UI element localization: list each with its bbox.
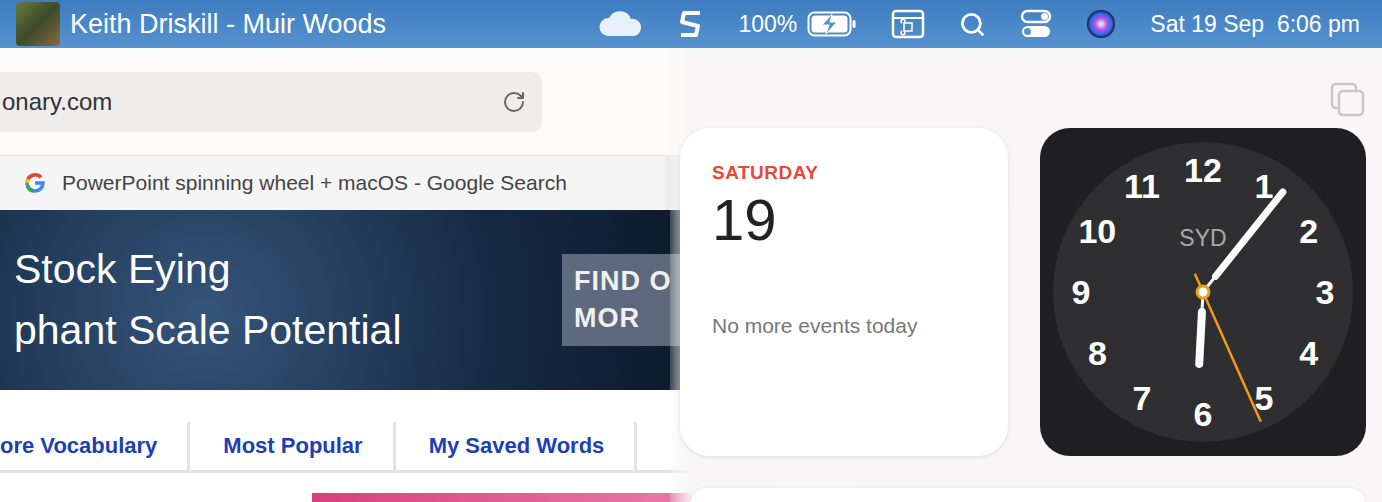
nav-link[interactable]: Most Popular [193,422,395,470]
widget-row: SATURDAY 19 No more events today 12 12 3 45 6 78… [680,128,1382,456]
battery[interactable]: 100% [738,11,857,38]
clock-city: SYD [1179,225,1226,251]
ad-banner[interactable]: Stock Eyingphant Scale Potential FIND OMO… [0,210,680,390]
clock-numeral: 12 [1184,151,1222,189]
menu-bar: Keith Driskill - Muir Woods 100% Sat 19 Se… [0,0,1382,48]
widget-card[interactable] [690,488,1366,502]
calendar-widget[interactable]: SATURDAY 19 No more events today [680,128,1008,456]
clock-numeral: 3 [1316,273,1335,311]
screen: Keith Driskill - Muir Woods 100% Sat 19 Se… [0,0,1382,502]
clock-numeral: 10 [1078,212,1116,250]
site-nav: ore VocabularyMost PopularMy Saved Words [0,422,700,473]
clock-numeral: 7 [1133,379,1152,417]
search-icon[interactable] [959,11,986,38]
banner-headline: Stock Eyingphant Scale Potential [0,246,402,354]
analog-clock: 12 12 3 45 6 78 9 1011 SYD [1040,128,1366,456]
page-image [312,493,692,502]
status-items: 100% Sat 19 Sep 6:06 pm [598,8,1360,40]
nav-link[interactable]: My Saved Words [399,422,638,470]
widgets-panel: SATURDAY 19 No more events today 12 12 3 45 6 78… [670,48,1382,502]
clock-numeral: 6 [1194,395,1213,433]
clock-numeral: 11 [1124,167,1160,205]
google-icon [22,170,48,196]
album-artwork [16,2,60,46]
clock-numeral: 5 [1255,379,1274,417]
clock-numeral: 2 [1299,212,1318,250]
clock-widget[interactable]: 12 12 3 45 6 78 9 1011 SYD [1040,128,1366,456]
keyboard-icon[interactable] [891,9,925,39]
calendar-date: 19 [712,188,976,252]
nav-link[interactable]: ore Vocabulary [0,422,190,470]
minute-hand-icon [1203,192,1283,292]
control-center-icon[interactable] [1020,9,1052,39]
calendar-day: SATURDAY [712,162,976,184]
browser-tab[interactable]: PowerPoint spinning wheel + macOS - Goog… [0,155,665,210]
hour-hand-icon [1199,292,1203,364]
address-field[interactable]: onary.com [0,72,542,132]
app-logo-icon[interactable] [678,8,704,40]
banner-button[interactable]: FIND OMOR [562,254,680,346]
siri-icon[interactable] [1086,9,1116,39]
cloud-icon[interactable] [598,10,644,38]
clock-numeral: 8 [1088,334,1107,372]
now-playing[interactable]: Keith Driskill - Muir Woods [16,2,386,46]
battery-icon [807,11,857,37]
calendar-message: No more events today [712,314,976,338]
second-hand-icon [1195,274,1261,422]
reload-icon[interactable] [502,90,526,114]
clock-numeral: 9 [1072,273,1091,311]
menu-clock[interactable]: Sat 19 Sep 6:06 pm [1150,11,1360,38]
clock-numeral: 1 [1255,167,1274,205]
browser-window: onary.com PowerPoint spinning wheel + mac… [0,48,1382,502]
clock-numeral: 4 [1299,334,1318,372]
tabs-overview-icon[interactable] [1330,82,1366,118]
